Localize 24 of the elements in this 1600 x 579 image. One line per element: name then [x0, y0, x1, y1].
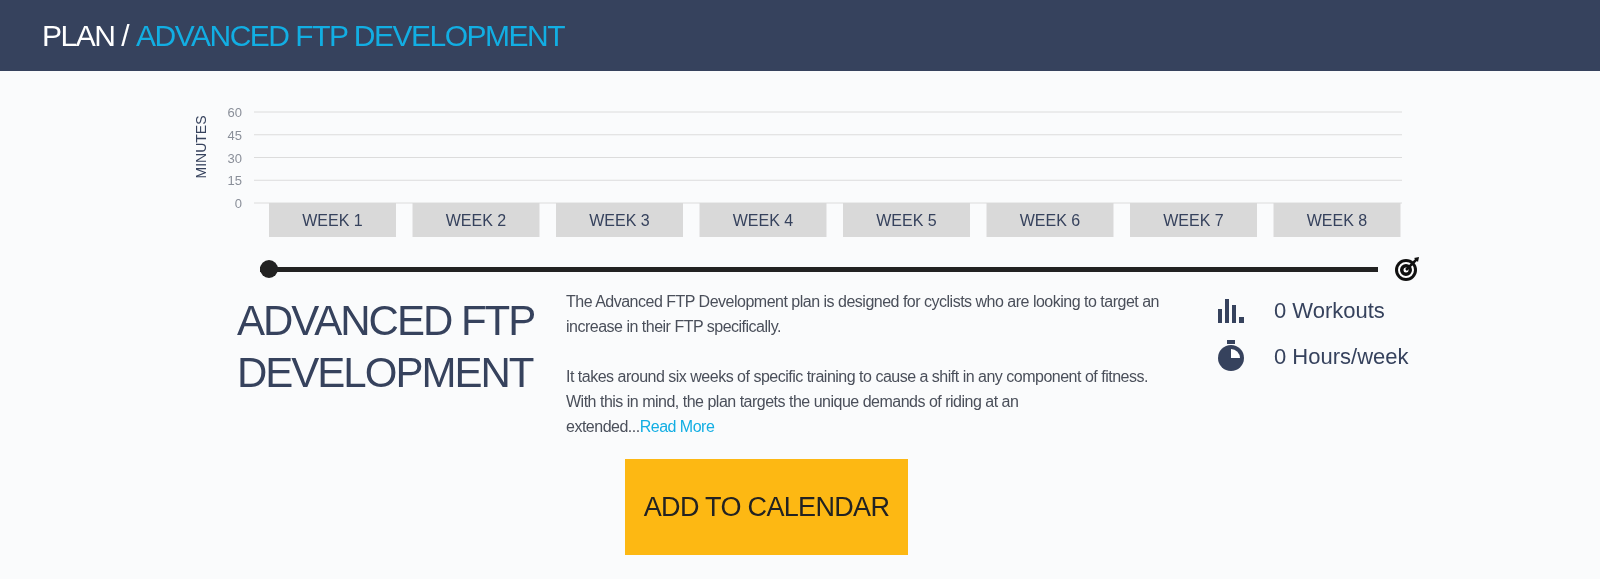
description-paragraph: It takes around six weeks of specific training to cause a shift in any component of fitness. With this in mind, the plan targets the unique demands of riding at an extended...Read More [566, 367, 1149, 437]
x-tick-label: WEEK 7 [1163, 212, 1224, 229]
breadcrumb-text: PLAN / [42, 18, 129, 54]
plan-name: ADVANCED FTP DEVELOPMENT [237, 296, 535, 398]
add-to-calendar-button[interactable]: ADD TO CALENDAR [625, 459, 908, 555]
y-tick-label: 30 [227, 150, 242, 166]
y-tick-label: 15 [227, 173, 242, 189]
x-tick-label: WEEK 6 [1019, 212, 1081, 229]
stat-text: 0 Workouts [1274, 296, 1385, 325]
description-paragraph: The Advanced FTP Development plan is designed for cyclists who are looking to target an increase in their FTP specifically. [566, 292, 1160, 337]
y-tick-label: 60 [227, 105, 242, 120]
x-tick-label: WEEK 3 [589, 212, 650, 229]
x-tick-label: WEEK 8 [1306, 212, 1368, 229]
target-icon [1394, 256, 1420, 282]
stat-text: 0 Hours/week [1274, 342, 1409, 371]
y-tick-label: 0 [234, 196, 242, 211]
stopwatch-icon [1216, 340, 1246, 372]
page-title: ADVANCED FTP DEVELOPMENT [136, 18, 565, 54]
x-tick-label: WEEK 4 [732, 212, 794, 229]
x-tick-label: WEEK 2 [445, 212, 507, 229]
x-tick-label: WEEK 1 [302, 212, 363, 229]
x-tick-label: WEEK 5 [876, 212, 937, 229]
axis-title: MINUTES [193, 115, 209, 179]
y-tick-label: 45 [227, 127, 242, 143]
